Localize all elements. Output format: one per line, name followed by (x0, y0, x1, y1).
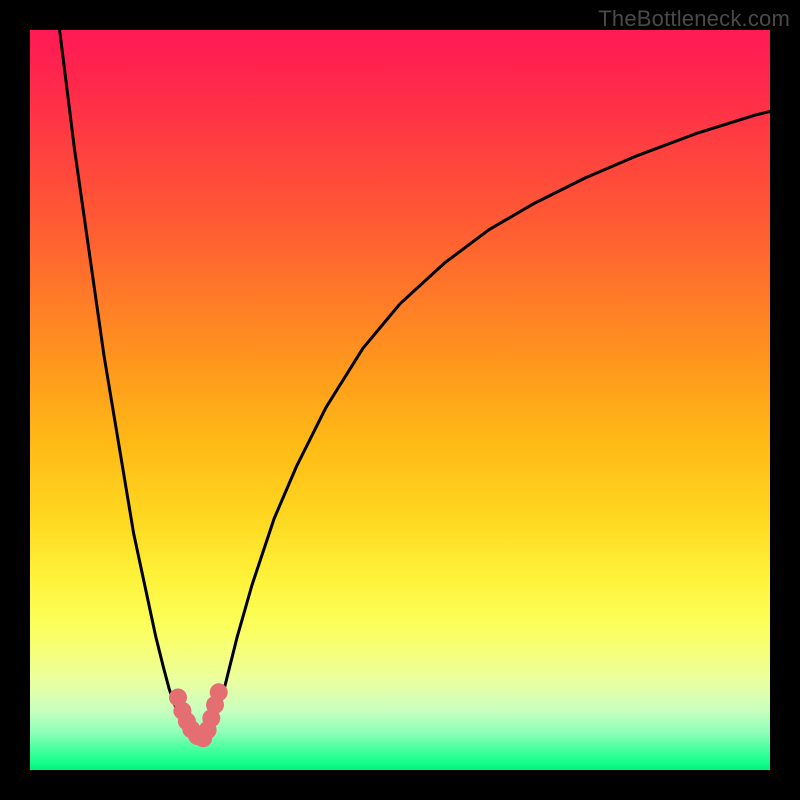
plot-area (30, 30, 770, 770)
bottleneck-curve (60, 30, 770, 743)
watermark-text: TheBottleneck.com (598, 6, 790, 32)
chart-frame: TheBottleneck.com (0, 0, 800, 800)
curve-marker (210, 683, 228, 701)
marker-layer (169, 683, 228, 747)
curve-layer (30, 30, 770, 770)
